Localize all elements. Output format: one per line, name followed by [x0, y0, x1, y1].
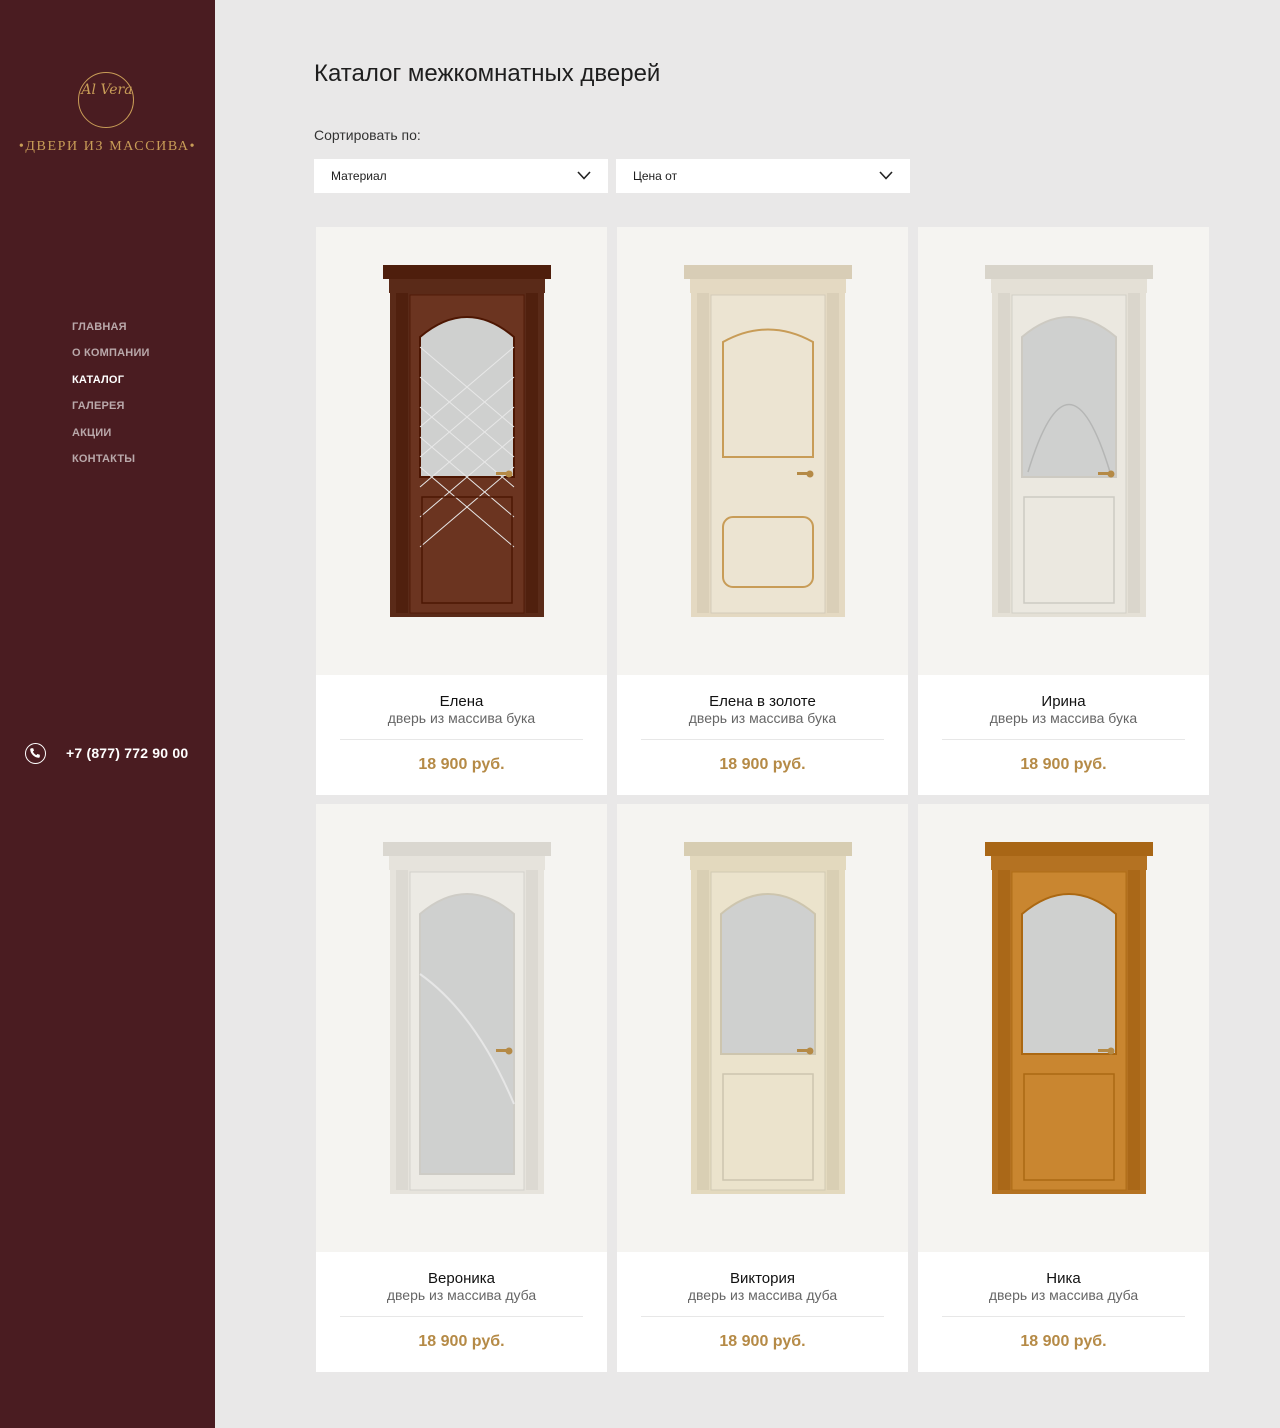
material-filter-select[interactable]: Материал — [314, 159, 608, 193]
sort-label: Сортировать по: — [314, 127, 421, 143]
divider — [340, 739, 583, 740]
divider — [942, 1316, 1185, 1317]
product-price: 18 900 руб. — [719, 756, 806, 773]
nav-item-gallery[interactable]: ГАЛЕРЕЯ — [72, 399, 150, 425]
door-cornice — [985, 842, 1153, 856]
door-cornice — [383, 842, 551, 856]
product-price: 18 900 руб. — [418, 1333, 505, 1350]
nav-item-contacts[interactable]: КОНТАКТЫ — [72, 452, 150, 478]
product-card[interactable]: Елена в золоте дверь из массива бука 18 … — [617, 227, 908, 795]
door-cornice — [684, 842, 852, 856]
door-cornice — [985, 265, 1153, 279]
product-material: дверь из массива бука — [989, 710, 1138, 726]
phone-number[interactable]: +7 (877) 772 90 00 — [66, 745, 188, 761]
brand-logo[interactable]: Al Vera — [78, 72, 134, 128]
price-filter-label: Цена от — [633, 169, 678, 183]
page-title: Каталог межкомнатных дверей — [314, 60, 661, 87]
door-glass — [419, 316, 515, 478]
door-glass — [419, 893, 515, 1175]
door-glass — [720, 893, 816, 1055]
chevron-down-icon — [577, 171, 591, 180]
product-price: 18 900 руб. — [1020, 756, 1107, 773]
product-card[interactable]: Ирина дверь из массива бука 18 900 руб. — [918, 227, 1209, 795]
sidebar: Al Vera •ДВЕРИ ИЗ МАССИВА• ГЛАВНАЯ О КОМ… — [0, 0, 215, 1428]
phone-icon — [25, 743, 46, 764]
product-price: 18 900 руб. — [1020, 1333, 1107, 1350]
nav-item-catalog[interactable]: КАТАЛОГ — [72, 373, 150, 399]
divider — [641, 739, 884, 740]
door-leaf — [710, 294, 826, 614]
main-nav: ГЛАВНАЯ О КОМПАНИИ КАТАЛОГ ГАЛЕРЕЯ АКЦИИ… — [72, 320, 150, 478]
product-card[interactable]: Елена дверь из массива бука 18 900 руб. — [316, 227, 607, 795]
divider — [942, 739, 1185, 740]
door-glass — [1021, 316, 1117, 478]
product-image[interactable] — [617, 804, 908, 1252]
product-image[interactable] — [918, 804, 1209, 1252]
logo-script: Al Vera — [81, 82, 133, 98]
product-price: 18 900 руб. — [418, 756, 505, 773]
divider — [340, 1316, 583, 1317]
brand-tagline: •ДВЕРИ ИЗ МАССИВА• — [18, 139, 197, 154]
nav-item-about[interactable]: О КОМПАНИИ — [72, 346, 150, 372]
chevron-down-icon — [879, 171, 893, 180]
door-glass — [1021, 893, 1117, 1055]
product-card[interactable]: Вероника дверь из массива дуба 18 900 ру… — [316, 804, 607, 1372]
door-cornice — [383, 265, 551, 279]
nav-item-home[interactable]: ГЛАВНАЯ — [72, 320, 150, 346]
product-material: дверь из массива дуба — [988, 1287, 1139, 1303]
product-image[interactable] — [316, 227, 607, 675]
divider — [641, 1316, 884, 1317]
product-price: 18 900 руб. — [719, 1333, 806, 1350]
product-card[interactable]: Виктория дверь из массива дуба 18 900 ру… — [617, 804, 908, 1372]
product-material: дверь из массива дуба — [386, 1287, 537, 1303]
product-material: дверь из массива дуба — [687, 1287, 838, 1303]
door-cornice — [684, 265, 852, 279]
nav-item-promotions[interactable]: АКЦИИ — [72, 426, 150, 452]
product-card[interactable]: Ника дверь из массива дуба 18 900 руб. — [918, 804, 1209, 1372]
material-filter-label: Материал — [331, 169, 387, 183]
price-filter-select[interactable]: Цена от — [616, 159, 910, 193]
product-image[interactable] — [316, 804, 607, 1252]
product-image[interactable] — [617, 227, 908, 675]
product-material: дверь из массива бука — [688, 710, 837, 726]
product-material: дверь из массива бука — [387, 710, 536, 726]
product-image[interactable] — [918, 227, 1209, 675]
